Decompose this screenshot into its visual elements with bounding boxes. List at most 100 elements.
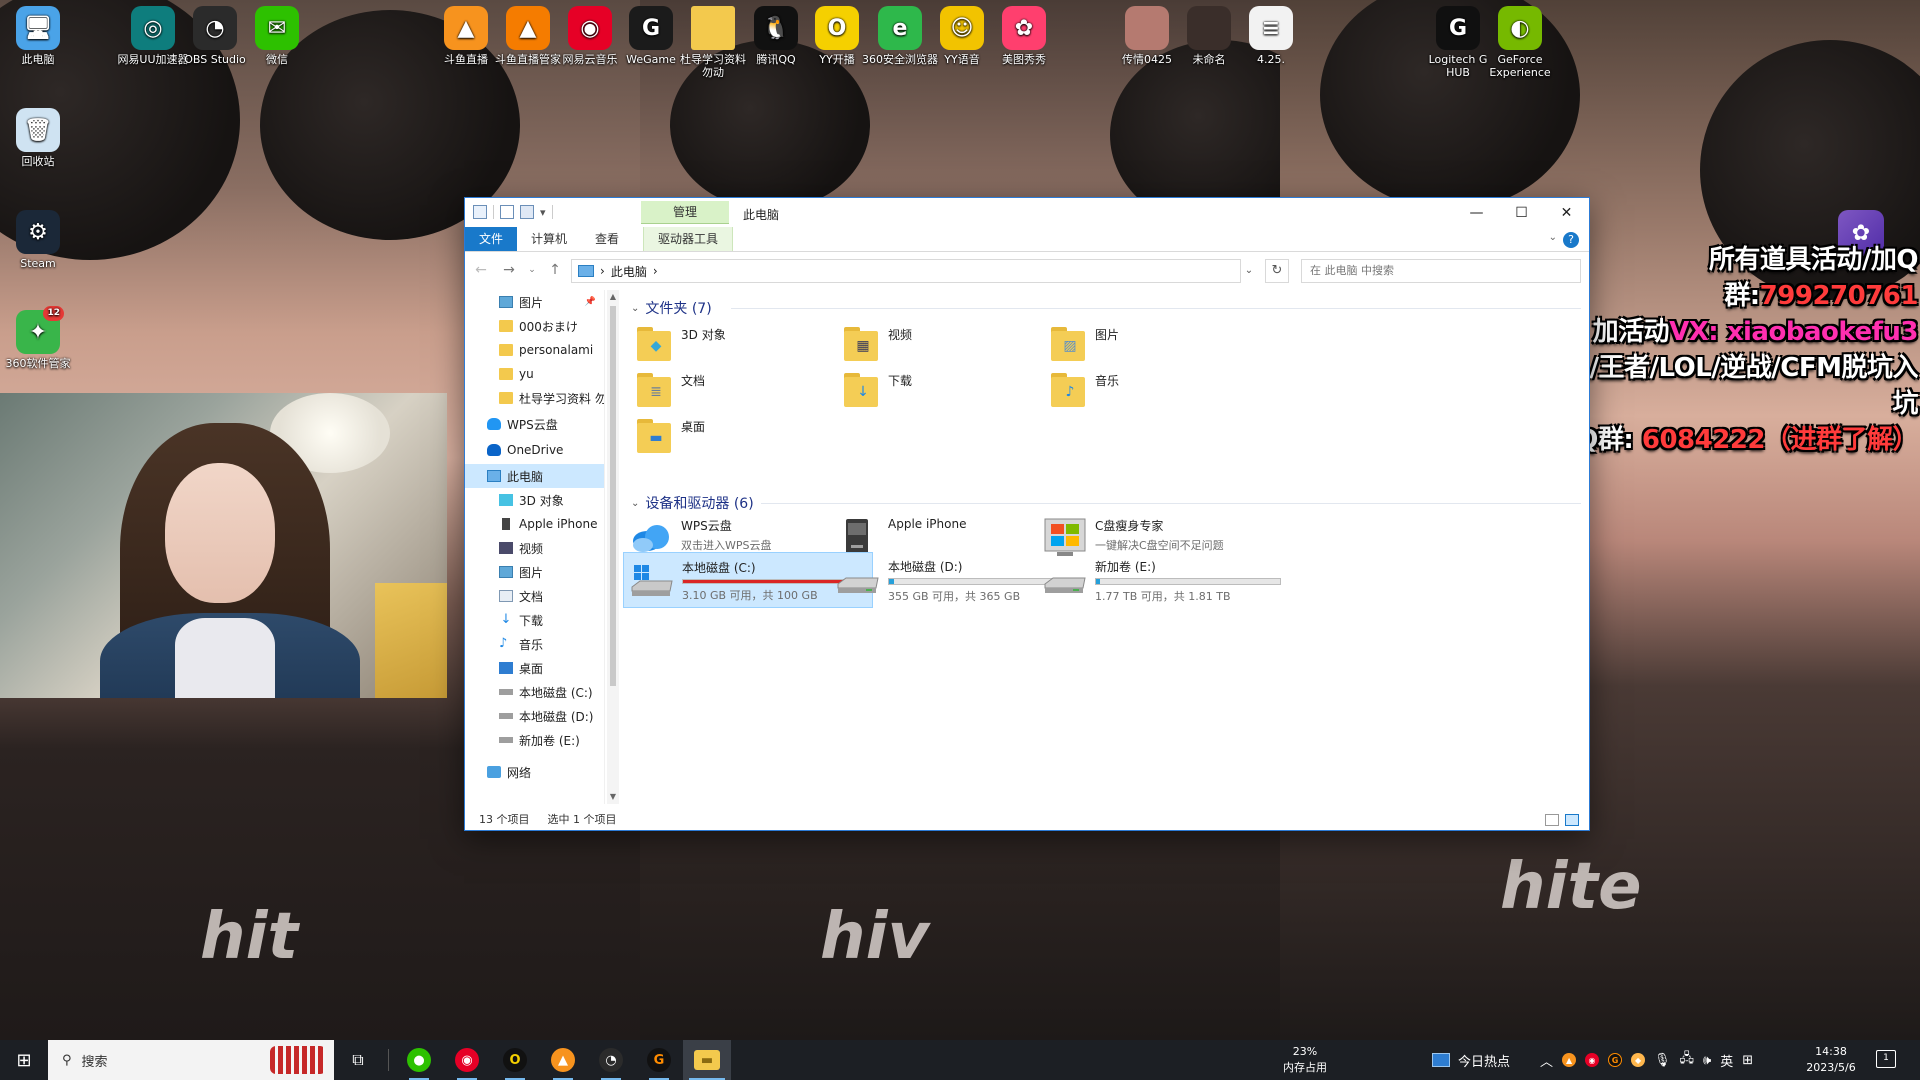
clock[interactable]: 14:38 2023/5/6 [1800,1040,1862,1080]
close-button[interactable]: ✕ [1544,198,1589,228]
large-icons-view-icon[interactable] [1565,814,1579,826]
wegame-tray-icon[interactable]: G [1608,1053,1623,1067]
taskbar-app[interactable]: ▲ [539,1040,587,1080]
breadcrumb-this-pc[interactable]: 此电脑 [611,263,647,280]
customize-qat-icon[interactable]: ▾ [540,206,546,219]
folder-item[interactable]: ▬ 桌面 [627,412,877,460]
nav-item[interactable]: 网络 [465,760,604,784]
nav-item[interactable]: 视频 [465,536,604,560]
file-explorer-window[interactable]: ▾ 管理 此电脑 — ☐ ✕ 文件 计算机 查看 驱动器工具 ⌄ ? ← → ⌄… [464,197,1590,831]
breadcrumb-chevron-icon[interactable]: › [653,264,658,278]
nav-item[interactable]: OneDrive [465,438,604,462]
network-icon[interactable]: 🖧 [1680,1049,1695,1071]
nav-item[interactable]: 桌面 [465,656,604,680]
desktop-icon[interactable]: ✦ 12 360软件管家 [0,306,76,370]
nav-item[interactable]: 本地磁盘 (C:) [465,680,604,704]
taskbar-app[interactable]: ● [395,1040,443,1080]
start-button[interactable]: ⊞ [0,1040,48,1080]
folders-group-header[interactable]: ⌄ 文件夹 (7) [631,298,712,318]
nav-item[interactable]: WPS云盘 [465,412,604,436]
up-arrow-icon[interactable]: ↑ [545,262,565,278]
folder-item[interactable]: ♪ 音乐 [1041,366,1291,414]
task-view-button[interactable]: ⧉ [334,1040,382,1080]
desktop-icon[interactable]: ◐ GeForce Experience [1482,6,1558,79]
notification-center-icon[interactable]: 1 [1876,1050,1896,1068]
tab-drive-tools[interactable]: 驱动器工具 [643,227,734,251]
manage-context-header[interactable]: 管理 [641,201,729,224]
folder-item[interactable]: ▨ 图片 [1041,320,1291,368]
desktop-icon[interactable]: ≡ 4.25. [1233,6,1309,66]
nav-item-label: 文档 [519,589,544,604]
new-folder-icon[interactable] [520,205,534,219]
maximize-button[interactable]: ☐ [1499,198,1544,228]
taskbar-app[interactable]: O [491,1040,539,1080]
back-arrow-icon[interactable]: ← [471,262,491,278]
desktop-icon[interactable]: 🗑 回收站 [0,108,76,168]
tab-view[interactable]: 查看 [581,227,633,251]
news-widget[interactable]: 今日热点 [1432,1040,1510,1080]
windows-drive-icon [630,557,674,601]
scroll-down-icon[interactable]: ▼ [607,790,619,804]
tab-file[interactable]: 文件 [465,227,518,251]
wechat-icon: ● [407,1048,431,1072]
desktop-icon[interactable]: ✉ 微信 [239,6,315,66]
douyu-live-icon: ▲ [551,1048,575,1072]
search-input[interactable]: 在 此电脑 中搜索 [1301,259,1581,283]
scroll-thumb[interactable] [610,306,616,686]
scroll-up-icon[interactable]: ▲ [607,290,619,304]
nav-item[interactable]: 文档 [465,584,604,608]
desktop-icon[interactable]: 🖥 此电脑 [0,6,76,66]
collapse-chevron-icon[interactable]: ⌄ [631,498,639,509]
nav-item[interactable]: ↓ 下载 [465,608,604,632]
devices-group-header[interactable]: ⌄ 设备和驱动器 (6) [631,493,754,513]
forward-arrow-icon[interactable]: → [499,262,519,278]
address-dropdown-icon[interactable]: ⌄ [1237,259,1261,283]
taskbar-search[interactable]: ⚲ 搜索 [48,1040,334,1080]
nav-item[interactable]: 000おまけ [465,314,604,338]
nav-item[interactable]: yu [465,362,604,386]
recent-locations-icon[interactable]: ⌄ [527,265,537,275]
netease-tray-icon[interactable]: ◉ [1585,1053,1600,1067]
nav-item[interactable]: 杜导学习资料 勿 [465,386,604,410]
collapse-chevron-icon[interactable]: ⌄ [631,303,639,314]
details-view-icon[interactable] [1545,814,1559,826]
pc-icon [473,205,487,219]
nav-item[interactable]: 本地磁盘 (D:) [465,704,604,728]
nav-item[interactable]: Apple iPhone [465,512,604,536]
ime-language[interactable]: 英 [1720,1051,1733,1070]
microphone-icon[interactable]: 🎙 [1654,1053,1671,1068]
ribbon-expand-icon[interactable]: ⌄ [1549,232,1557,243]
taskbar-app[interactable]: ◉ [443,1040,491,1080]
desktop-icon[interactable]: ⚙ Steam [0,210,76,270]
device-item[interactable]: 新加卷 (E:) 1.77 TB 可用，共 1.81 TB [1037,552,1287,608]
ime-mode-icon[interactable]: ⊞ [1742,1053,1753,1068]
badge-count: 12 [43,306,64,321]
taskbar-app[interactable]: ▬ [683,1040,731,1080]
title-bar[interactable]: ▾ 管理 此电脑 — ☐ ✕ [465,198,1589,228]
tab-computer[interactable]: 计算机 [517,227,581,251]
douyu-tray-icon[interactable]: ▲ [1562,1053,1577,1067]
memory-widget[interactable]: 23% 内存占用 [1260,1040,1350,1080]
nav-item[interactable]: 此电脑 [465,464,604,488]
nav-item[interactable]: personalami [465,338,604,362]
content-area[interactable]: ⌄ 文件夹 (7) ⌄ 设备和驱动器 (6) ◆ 3D 对象 ▦ 视频 ▨ 图片 ≣ 文档 ↓ 下… [621,290,1589,804]
meitu-icon: ✿ [1002,6,1046,50]
refresh-icon[interactable]: ↻ [1265,259,1289,283]
taskbar-app[interactable]: G [635,1040,683,1080]
nav-item[interactable]: 新加卷 (E:) [465,728,604,752]
taskbar-app[interactable]: ◔ [587,1040,635,1080]
nav-item[interactable]: 图片 [465,560,604,584]
tray-expand-icon[interactable]: ︿ [1540,1051,1553,1070]
navigation-pane[interactable]: 图片 📌 000おまけ personalami yu 杜导学习资料 勿 WPS云盘 OneDr… [465,290,605,804]
navigation-scrollbar[interactable]: ▲ ▼ [607,290,619,804]
nav-item[interactable]: 3D 对象 [465,488,604,512]
nav-item[interactable]: ♪ 音乐 [465,632,604,656]
help-icon[interactable]: ? [1563,232,1579,248]
volume-icon[interactable]: 🕪 [1703,1053,1711,1068]
app-tray-icon[interactable]: ◆ [1631,1053,1646,1067]
minimize-button[interactable]: — [1454,198,1499,228]
nav-item[interactable]: 图片 📌 [465,290,604,314]
desktop-icon[interactable]: ✿ 美图秀秀 [986,6,1062,66]
address-bar[interactable]: › 此电脑 › [571,259,1241,283]
properties-icon[interactable] [500,205,514,219]
